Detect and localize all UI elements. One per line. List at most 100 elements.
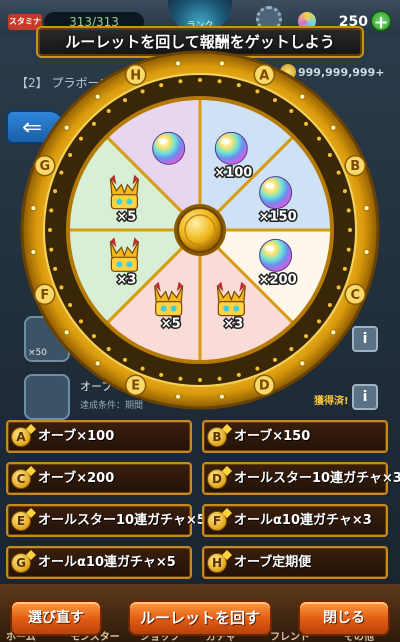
band-light (198, 378, 202, 382)
prize-label: オールα10連ガチャ×5 (38, 555, 176, 570)
band-light (53, 189, 58, 194)
orb-shine (264, 182, 275, 189)
prize-letter-badge: H (207, 553, 227, 573)
band-light (106, 108, 111, 113)
rim-bolt (175, 393, 182, 400)
band-light (178, 79, 183, 84)
rim-bolt (94, 93, 101, 100)
prize-label: オーブ×200 (38, 471, 115, 486)
reselect-button[interactable]: 選び直す (10, 600, 102, 636)
band-light (255, 89, 260, 94)
rim-bolt (299, 360, 306, 367)
helmet-eye (233, 305, 240, 312)
band-light (327, 153, 332, 157)
prize-item-b: B オーブ×150 (202, 420, 388, 453)
prize-item-e: E オールスター10連ガチャ×5 (6, 504, 206, 537)
band-light (91, 121, 96, 126)
rim-bolt (30, 205, 37, 212)
band-light (304, 121, 309, 126)
orb-icon (152, 131, 186, 165)
segment-letter-e: E (131, 379, 140, 394)
band-light (217, 376, 222, 381)
band-light (140, 366, 145, 371)
segment-letter-c: C (350, 288, 360, 303)
segment-letter-a: A (259, 68, 269, 83)
close-button[interactable]: 閉じる (298, 600, 390, 636)
band-light (273, 98, 277, 103)
prize-item-d: D オールスター10連ガチャ×3 (202, 462, 400, 495)
band-light (140, 89, 145, 94)
band-light (78, 319, 83, 324)
roulette-wheel[interactable]: A B C D E F G H ×100 ×150 ×200 ×3 ×5 ×3 ×5 (0, 50, 400, 416)
band-light (178, 376, 183, 381)
band-light (49, 247, 54, 252)
rim-bolt (363, 205, 370, 212)
prize-letter-badge: A (11, 427, 31, 447)
helmet-face (155, 301, 183, 317)
prize-letter-badge: G (11, 553, 31, 573)
prize-item-a: A オーブ×100 (6, 420, 192, 453)
rim-bolt (94, 360, 101, 367)
prize-item-h: H オーブ定期便 (202, 546, 388, 579)
prize-label: オーブ定期便 (234, 555, 312, 570)
add-orbs-button[interactable]: + (370, 10, 392, 33)
rim-bolt (330, 124, 337, 131)
segment-letter-g: G (39, 159, 50, 174)
band-light (327, 303, 332, 307)
wheel-prize-label: ×200 (259, 272, 297, 287)
rim-bolt (63, 329, 70, 336)
band-light (217, 79, 222, 84)
band-light (49, 208, 54, 213)
rim-bolt (218, 393, 225, 400)
band-light (255, 366, 260, 371)
segment-letter-h: H (130, 68, 141, 83)
segment-letter-d: D (259, 379, 270, 394)
wheel-prize-label: ×3 (116, 272, 136, 287)
band-light (342, 266, 347, 271)
band-light (59, 170, 64, 175)
band-light (273, 357, 277, 362)
band-light (317, 136, 322, 141)
band-light (336, 170, 341, 175)
helmet-eye (126, 198, 133, 205)
band-light (342, 189, 347, 194)
band-light (48, 228, 52, 232)
prize-letter-badge: C (11, 469, 31, 489)
rim-bolt (218, 60, 225, 67)
band-light (289, 108, 294, 113)
band-light (68, 153, 73, 157)
band-light (236, 83, 241, 88)
band-light (198, 78, 202, 82)
band-light (159, 372, 164, 377)
band-light (123, 98, 127, 103)
prize-label: オールスター10連ガチャ×5 (38, 513, 206, 528)
rim-bolt (363, 248, 370, 255)
prize-label: オーブ×150 (234, 429, 311, 444)
rim-bolt (299, 93, 306, 100)
wheel-prize-label: ×5 (161, 317, 181, 332)
band-light (68, 303, 73, 307)
prize-item-c: C オーブ×200 (6, 462, 192, 495)
orb-shine (264, 245, 275, 252)
helmet-eye (116, 261, 123, 268)
prize-letter-badge: B (207, 427, 227, 447)
band-light (236, 372, 241, 377)
prize-label: オーブ×100 (38, 429, 115, 444)
band-light (336, 285, 341, 290)
prize-list: A オーブ×100 B オーブ×150 C オーブ×200 D オールスター10… (6, 420, 400, 582)
helmet-eye (116, 198, 123, 205)
band-light (78, 136, 83, 141)
prize-item-f: F オールα10連ガチャ×3 (202, 504, 388, 537)
band-light (346, 247, 351, 252)
helmet-face (110, 256, 138, 272)
wheel-prize-label: ×100 (214, 165, 252, 180)
spin-roulette-button[interactable]: ルーレットを回す (128, 600, 272, 636)
orb-shine (220, 138, 231, 145)
band-light (106, 347, 111, 352)
band-light (91, 334, 96, 339)
band-light (289, 347, 294, 352)
segment-letter-f: F (40, 288, 49, 303)
prize-label: オールスター10連ガチャ×3 (234, 471, 400, 486)
helmet-eye (160, 305, 167, 312)
prize-letter-badge: E (11, 511, 31, 531)
